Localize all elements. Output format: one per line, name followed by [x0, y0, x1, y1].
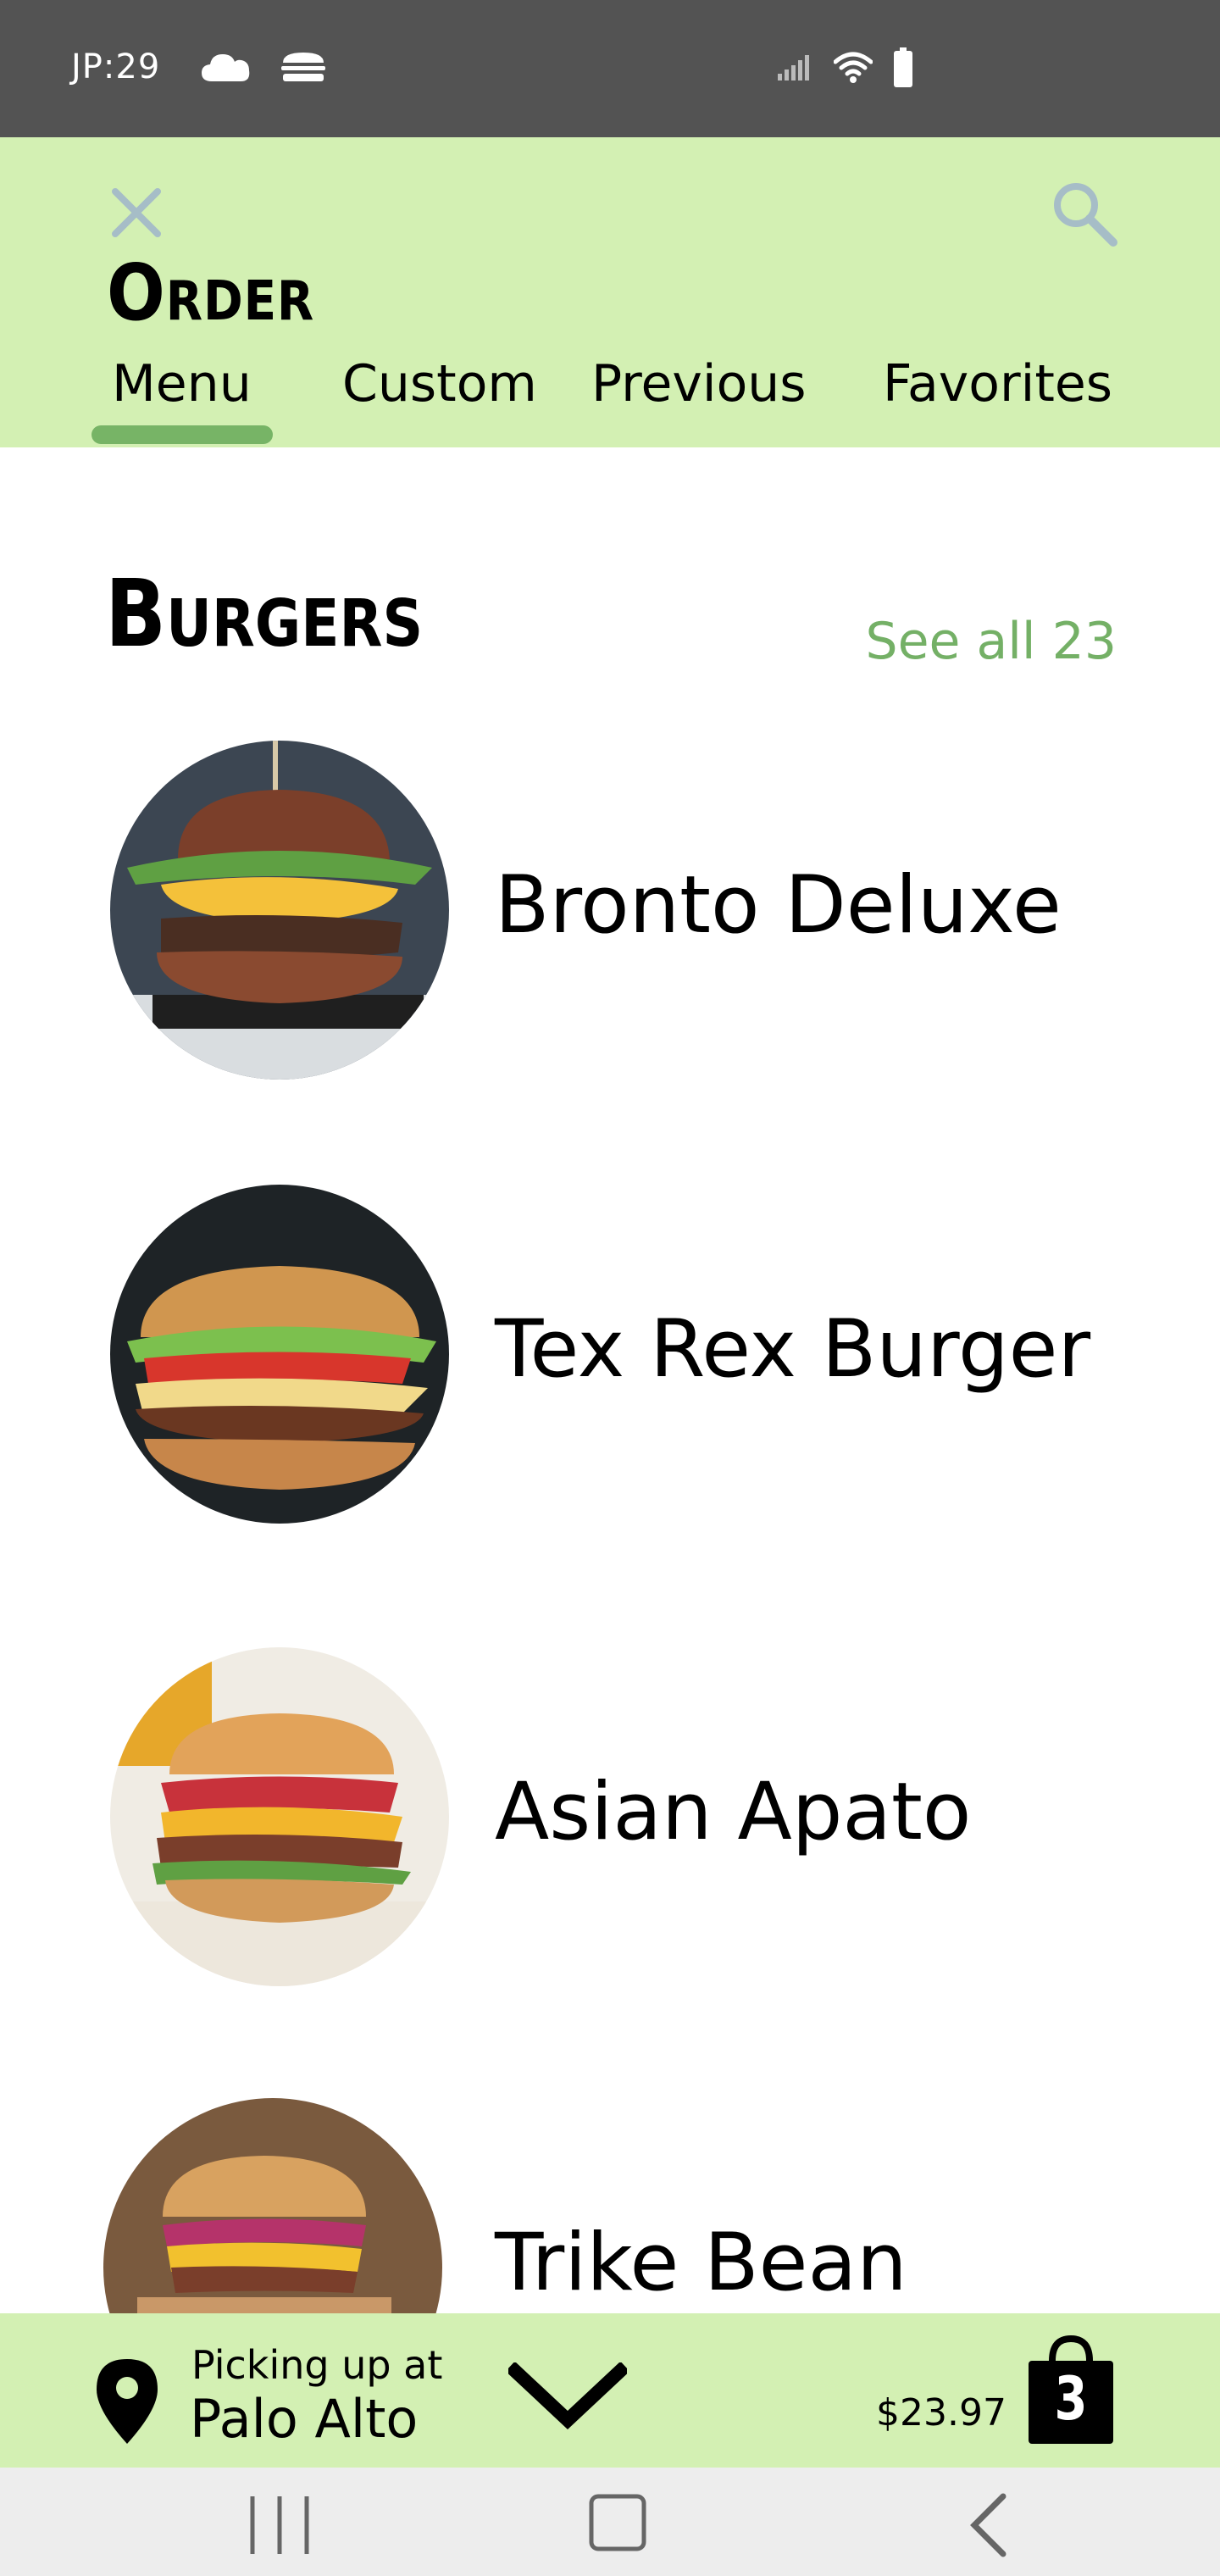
section-title: Burgers — [105, 559, 424, 668]
item-name: Trike Bean — [495, 2217, 907, 2309]
item-name: Asian Apato — [495, 1766, 972, 1858]
system-nav-bar — [0, 2468, 1220, 2576]
burger-image — [103, 2098, 442, 2313]
status-right-icons — [776, 47, 913, 88]
search-icon[interactable] — [1049, 178, 1118, 247]
tab-previous[interactable]: Previous — [591, 354, 807, 414]
pickup-bar: Picking up at Palo Alto $23.97 3 — [0, 2313, 1220, 2468]
item-name: Tex Rex Burger — [495, 1303, 1091, 1396]
active-tab-indicator — [92, 425, 273, 444]
home-icon[interactable] — [588, 2493, 647, 2552]
menu-item[interactable]: Bronto Deluxe — [0, 741, 1220, 1080]
burger-status-icon — [281, 53, 325, 81]
item-name: Bronto Deluxe — [495, 859, 1062, 952]
cart-total: $23.97 — [876, 2391, 1006, 2434]
close-icon[interactable] — [108, 185, 164, 241]
status-left-icons — [200, 49, 327, 83]
page-title: Order — [107, 247, 315, 338]
burger-image — [110, 741, 449, 1080]
pickup-label: Picking up at — [191, 2342, 443, 2388]
menu-item[interactable]: Trike Bean — [0, 2098, 1220, 2313]
pickup-location[interactable]: Palo Alto — [190, 2388, 418, 2450]
location-pin-icon — [97, 2359, 158, 2444]
chevron-down-icon[interactable] — [508, 2362, 627, 2430]
burger-image — [110, 1185, 449, 1524]
back-icon[interactable] — [968, 2493, 1010, 2557]
tab-custom[interactable]: Custom — [342, 354, 537, 414]
battery-icon — [894, 47, 912, 87]
recents-icon[interactable] — [246, 2493, 313, 2557]
menu-item[interactable]: Asian Apato — [0, 1647, 1220, 1986]
burger-image — [110, 1647, 449, 1986]
cloud-icon — [202, 54, 250, 81]
tab-favorites[interactable]: Favorites — [883, 354, 1112, 414]
signal-icon — [778, 55, 809, 80]
tab-menu[interactable]: Menu — [112, 354, 252, 414]
cart-count: 3 — [1054, 2364, 1088, 2434]
status-bar: JP:29 — [0, 0, 1220, 137]
menu-item[interactable]: Tex Rex Burger — [0, 1185, 1220, 1524]
wifi-icon — [834, 52, 873, 83]
see-all-link[interactable]: See all 23 — [865, 612, 1117, 671]
status-time: JP:29 — [71, 47, 161, 86]
header: Order Menu Custom Previous Favorites — [0, 137, 1220, 447]
